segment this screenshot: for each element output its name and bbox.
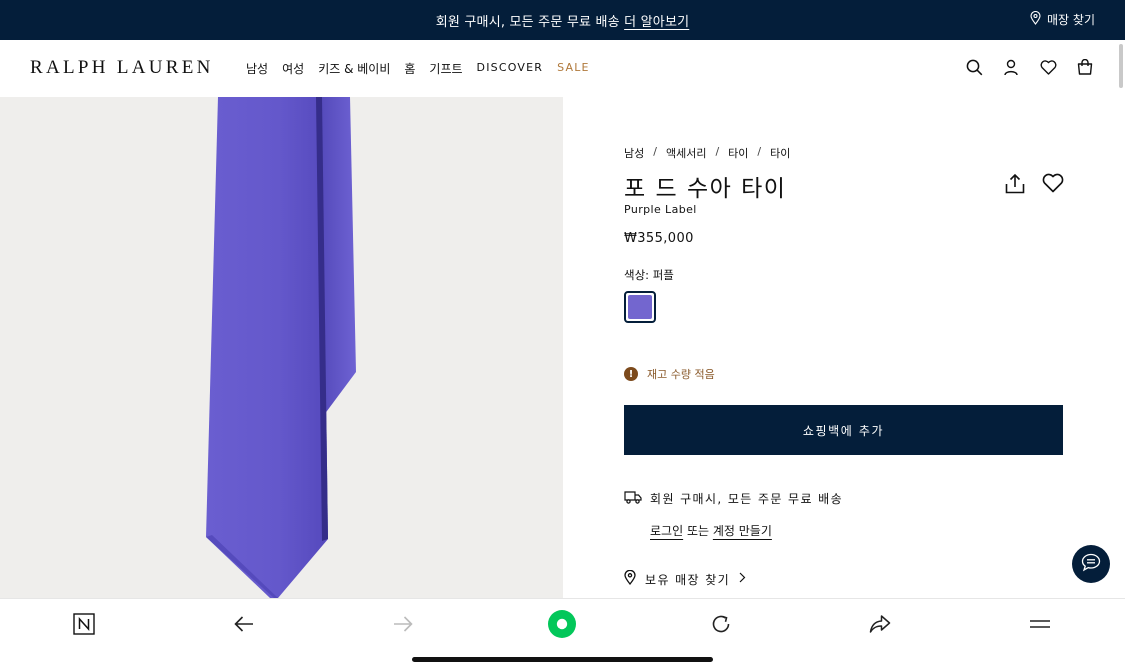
location-pin-icon — [1030, 10, 1041, 28]
login-prompt: 로그인 또는 계정 만들기 — [650, 522, 772, 539]
menu-icon[interactable] — [1025, 609, 1055, 639]
breadcrumb-item[interactable]: 액세서리 — [666, 145, 706, 161]
nav-item-women[interactable]: 여성 — [282, 60, 304, 77]
home-indicator[interactable] — [412, 657, 713, 662]
product-title: 포 드 수아 타이 — [624, 176, 787, 202]
account-icon[interactable] — [1001, 57, 1021, 77]
alert-icon: ! — [624, 367, 638, 381]
nav-item-kids-baby[interactable]: 키즈 & 베이비 — [318, 60, 390, 77]
location-pin-icon — [624, 569, 636, 588]
share-icon[interactable] — [1004, 173, 1026, 199]
breadcrumb-item[interactable]: 타이 — [770, 145, 790, 161]
store-finder-label: 매장 찾기 — [1047, 13, 1095, 27]
tie-image — [206, 97, 356, 598]
create-account-link[interactable]: 계정 만들기 — [713, 524, 772, 538]
forward-arrow-icon[interactable] — [388, 609, 418, 639]
promo-text: 회원 구매시, 모든 주문 무료 배송 — [435, 15, 620, 30]
browser-toolbar — [0, 598, 1125, 670]
header-actions — [964, 57, 1095, 77]
add-to-bag-button[interactable]: 쇼핑백에 추가 — [624, 405, 1063, 455]
low-stock-notice: ! 재고 수량 적음 — [624, 366, 715, 382]
promo-learn-more-link[interactable]: 더 알아보기 — [624, 15, 689, 30]
wishlist-icon[interactable] — [1042, 173, 1064, 199]
reload-icon[interactable] — [706, 609, 736, 639]
product-image[interactable] — [0, 97, 563, 598]
login-link[interactable]: 로그인 — [650, 524, 683, 538]
promo-bar: 회원 구매시, 모든 주문 무료 배송 더 알아보기 매장 찾기 — [0, 0, 1125, 40]
find-in-store-link[interactable]: 보유 매장 찾기 — [624, 569, 746, 588]
breadcrumb-separator: / — [715, 145, 720, 158]
chevron-right-icon — [739, 572, 746, 586]
chat-icon — [1081, 553, 1101, 576]
main-nav: 남성 여성 키즈 & 베이비 홈 기프트 DISCOVER SALE — [246, 60, 604, 77]
find-in-store-label: 보유 매장 찾기 — [645, 572, 731, 587]
store-finder-link[interactable]: 매장 찾기 — [1030, 10, 1095, 28]
promo-message: 회원 구매시, 모든 주문 무료 배송 더 알아보기 — [0, 11, 1125, 30]
record-icon[interactable] — [547, 609, 577, 639]
swatch-fill — [628, 295, 652, 319]
nav-item-home[interactable]: 홈 — [404, 60, 415, 77]
chat-button[interactable] — [1072, 545, 1110, 583]
breadcrumb: 남성 / 액세서리 / 타이 / 타이 — [624, 145, 790, 161]
wishlist-icon[interactable] — [1038, 57, 1058, 77]
product-price: ₩355,000 — [624, 231, 694, 246]
delivery-truck-icon — [624, 490, 642, 507]
shipping-text: 회원 구매시, 모든 주문 무료 배송 — [650, 492, 844, 506]
search-icon[interactable] — [964, 57, 984, 77]
n-logo-icon[interactable] — [69, 609, 99, 639]
shipping-info: 회원 구매시, 모든 주문 무료 배송 — [624, 490, 843, 507]
breadcrumb-item[interactable]: 남성 — [624, 145, 644, 161]
site-header: RALPH LAUREN 남성 여성 키즈 & 베이비 홈 기프트 DISCOV… — [0, 40, 1125, 97]
nav-item-discover[interactable]: DISCOVER — [477, 60, 544, 77]
share-icon[interactable] — [865, 609, 895, 639]
login-or-text: 또는 — [686, 524, 710, 538]
color-label: 색상: 퍼플 — [624, 268, 674, 282]
nav-item-men[interactable]: 남성 — [246, 60, 268, 77]
brand-name: Purple Label — [624, 203, 697, 216]
breadcrumb-item[interactable]: 타이 — [728, 145, 748, 161]
color-swatch-purple[interactable] — [624, 291, 656, 323]
nav-item-gifts[interactable]: 기프트 — [429, 60, 462, 77]
low-stock-text: 재고 수량 적음 — [647, 368, 715, 381]
page-scrollbar[interactable] — [1119, 44, 1123, 88]
bag-icon[interactable] — [1075, 57, 1095, 77]
breadcrumb-separator: / — [653, 145, 657, 158]
product-actions — [1004, 173, 1064, 199]
breadcrumb-separator: / — [757, 145, 762, 158]
brand-logo[interactable]: RALPH LAUREN — [30, 57, 214, 79]
back-arrow-icon[interactable] — [229, 609, 259, 639]
nav-item-sale[interactable]: SALE — [557, 60, 590, 77]
